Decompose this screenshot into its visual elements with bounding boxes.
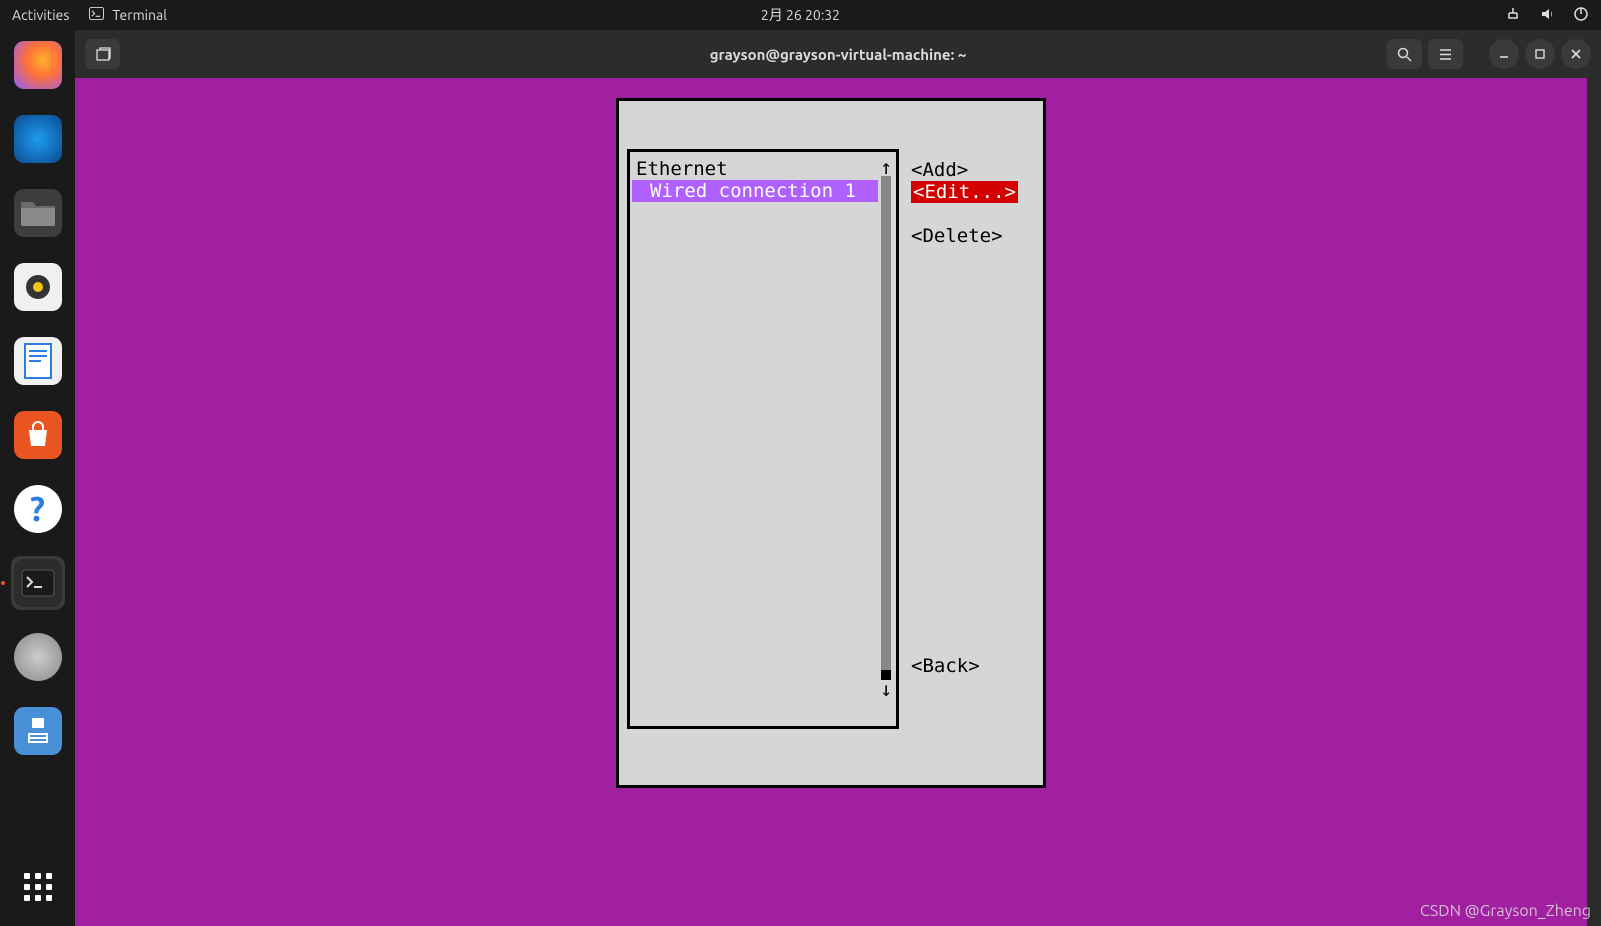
speaker-icon <box>14 263 62 311</box>
power-icon[interactable] <box>1573 6 1589 25</box>
disc-icon <box>14 633 62 681</box>
top-panel: Activities Terminal 2月 26 20:32 <box>0 0 1601 30</box>
nmtui-panel: Ethernet Wired connection 1 ↑ ↓ <Add> <box>616 98 1046 788</box>
scroll-up-arrow-icon[interactable]: ↑ <box>880 158 892 176</box>
clock[interactable]: 2月 26 20:32 <box>761 5 840 25</box>
floppy-icon <box>14 707 62 755</box>
listbox-scrollbar[interactable]: ↑ ↓ <box>878 158 894 698</box>
dock: ? <box>0 30 75 926</box>
close-button[interactable] <box>1561 39 1591 69</box>
dock-rhythmbox[interactable] <box>11 260 65 314</box>
network-icon[interactable] <box>1505 6 1521 25</box>
scroll-down-arrow-icon[interactable]: ↓ <box>880 680 892 698</box>
activities-button[interactable]: Activities <box>12 7 69 23</box>
connection-category: Ethernet <box>632 158 878 180</box>
window-title: grayson@grayson-virtual-machine: ~ <box>710 46 967 63</box>
volume-icon[interactable] <box>1539 6 1555 25</box>
watermark: CSDN @Grayson_Zheng <box>1420 902 1591 920</box>
dock-disk[interactable] <box>11 630 65 684</box>
back-button[interactable]: <Back> <box>911 655 980 677</box>
edit-button[interactable]: <Edit...> <box>911 181 1018 203</box>
terminal-scrollbar[interactable] <box>1587 78 1601 926</box>
add-button[interactable]: <Add> <box>911 159 968 181</box>
show-applications[interactable] <box>11 860 65 914</box>
window-titlebar: grayson@grayson-virtual-machine: ~ <box>75 30 1601 78</box>
app-menu[interactable]: Terminal <box>89 7 167 23</box>
help-icon: ? <box>14 485 62 533</box>
dock-save[interactable] <box>11 704 65 758</box>
terminal-icon <box>89 7 104 23</box>
terminal-icon <box>14 559 62 607</box>
hamburger-menu-button[interactable] <box>1428 39 1463 69</box>
dock-files[interactable] <box>11 186 65 240</box>
scrollbar-thumb[interactable] <box>881 670 891 680</box>
shopping-bag-icon <box>14 411 62 459</box>
dock-help[interactable]: ? <box>11 482 65 536</box>
folder-icon <box>14 189 62 237</box>
dock-thunderbird[interactable] <box>11 112 65 166</box>
terminal-viewport: Ethernet Wired connection 1 ↑ ↓ <Add> <box>75 78 1587 926</box>
minimize-button[interactable] <box>1489 39 1519 69</box>
app-menu-label: Terminal <box>112 7 167 23</box>
search-button[interactable] <box>1387 39 1422 69</box>
dock-software[interactable] <box>11 408 65 462</box>
apps-grid-icon <box>24 873 52 901</box>
document-icon <box>14 337 62 385</box>
connection-listbox[interactable]: Ethernet Wired connection 1 ↑ ↓ <box>627 149 899 729</box>
maximize-button[interactable] <box>1525 39 1555 69</box>
dock-writer[interactable] <box>11 334 65 388</box>
connection-item-selected[interactable]: Wired connection 1 <box>632 180 878 202</box>
dock-firefox[interactable] <box>11 38 65 92</box>
new-tab-button[interactable] <box>85 39 120 69</box>
dock-terminal[interactable] <box>11 556 65 610</box>
delete-button[interactable]: <Delete> <box>911 225 1003 247</box>
